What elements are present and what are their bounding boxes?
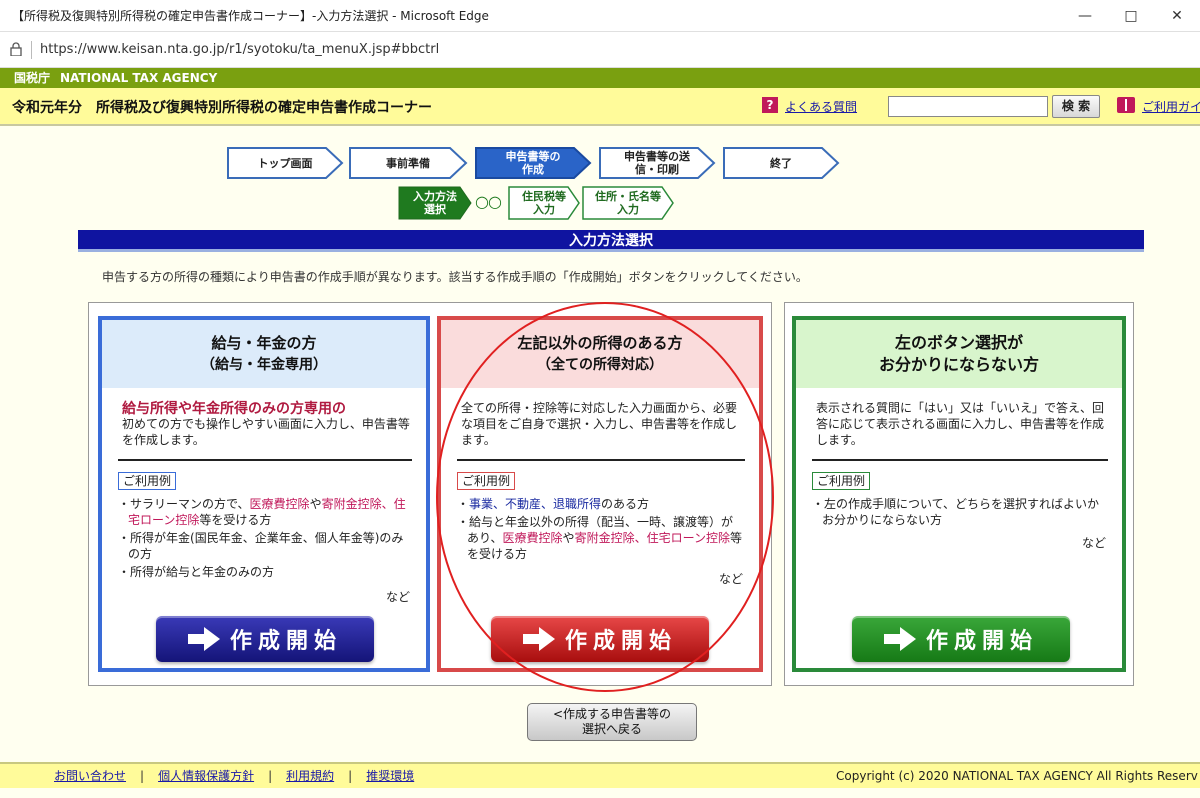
step-label: トップ画面 bbox=[257, 156, 313, 170]
book-icon[interactable] bbox=[1117, 97, 1135, 113]
start-button-other[interactable]: 作成開始 bbox=[491, 616, 709, 662]
card-subtitle: （給与・年金専用） bbox=[201, 357, 327, 373]
step-top: トップ画面 bbox=[226, 146, 344, 180]
search-input[interactable] bbox=[888, 96, 1048, 117]
card-description: 給与所得や年金所得のみの方専用の 初めての方でも操作しやすい画面に入力し、申告書… bbox=[122, 400, 412, 448]
start-button-label: 作成開始 bbox=[925, 629, 1038, 654]
step-preparation: 事前準備 bbox=[348, 146, 468, 180]
footer-link-environment[interactable]: 推奨環境 bbox=[366, 769, 414, 783]
step-label: 申告書等の作成 bbox=[505, 150, 561, 176]
substep-resident-tax: 住民税等入力 bbox=[508, 186, 580, 220]
list-item: ・所得が給与と年金のみの方 bbox=[118, 565, 275, 579]
card-subtitle: お分かりにならない方 bbox=[878, 355, 1039, 374]
search-button[interactable]: 検 索 bbox=[1052, 95, 1100, 118]
footer-link-terms[interactable]: 利用規約 bbox=[286, 769, 334, 783]
card-header: 左のボタン選択が お分かりにならない方 bbox=[796, 320, 1122, 388]
start-button-label: 作成開始 bbox=[564, 629, 677, 654]
maximize-icon[interactable]: □ bbox=[1108, 0, 1154, 32]
card-title: 左記以外の所得のある方 bbox=[517, 334, 683, 352]
card-description: 全ての所得・控除等に対応した入力画面から、必要な項目をご自身で選択・入力し、申告… bbox=[461, 400, 745, 448]
list-item: ・左の作成手順について、どちらを選択すればよいかお分かりにならない方 bbox=[812, 497, 1100, 527]
footer-link-privacy[interactable]: 個人情報保護方針 bbox=[158, 769, 254, 783]
example-list: ・事業、不動産、退職所得のある方 ・給与と年金以外の所得（配当、一時、譲渡等）が… bbox=[457, 496, 745, 564]
agency-name-en: NATIONAL TAX AGENCY bbox=[60, 71, 218, 85]
card-header: 給与・年金の方 （給与・年金専用） bbox=[102, 320, 426, 388]
example-list: ・サラリーマンの方で、医療費控除や寄附金控除、住宅ローン控除等を受ける方 ・所得… bbox=[118, 496, 412, 582]
copyright: Copyright (c) 2020 NATIONAL TAX AGENCY A… bbox=[836, 769, 1198, 783]
instructions-text: 申告する方の所得の種類により申告書の作成手順が異なります。該当する作成手順の「作… bbox=[102, 270, 808, 284]
card-other-income: 左記以外の所得のある方 （全ての所得対応） 全ての所得・控除等に対応した入力画面… bbox=[437, 316, 763, 672]
start-button-label: 作成開始 bbox=[229, 629, 342, 654]
agency-banner: 国税庁 NATIONAL TAX AGENCY bbox=[0, 68, 1200, 88]
arrow-right-icon bbox=[883, 627, 916, 651]
example-label: ご利用例 bbox=[457, 472, 516, 490]
list-item: ・サラリーマンの方で、医療費控除や寄附金控除、住宅ローン控除等を受ける方 bbox=[118, 497, 406, 527]
card-description: 表示される質問に「はい」又は「いいえ」で答え、回答に応じて表示される画面に入力し… bbox=[816, 400, 1108, 448]
faq-link[interactable]: よくある質問 bbox=[785, 98, 857, 115]
back-button[interactable]: <作成する申告書等の 選択へ戻る bbox=[527, 703, 697, 741]
window-title: 【所得税及復興特別所得税の確定申告書作成コーナー】-入力方法選択 - Micro… bbox=[12, 9, 489, 23]
etc-text: など bbox=[385, 590, 410, 604]
etc-text: など bbox=[1081, 536, 1106, 550]
card-desc-text: 初めての方でも操作しやすい画面に入力し、申告書等を作成します。 bbox=[122, 417, 410, 447]
example-list: ・左の作成手順について、どちらを選択すればよいかお分かりにならない方 bbox=[812, 496, 1108, 530]
card-subtitle: （全ての所得対応） bbox=[537, 357, 663, 373]
example-label: ご利用例 bbox=[812, 472, 871, 490]
site-title: 令和元年分 所得税及び復興特別所得税の確定申告書作成コーナー bbox=[12, 100, 432, 116]
back-button-line1: <作成する申告書等の bbox=[552, 707, 672, 721]
substep-dots: ○○ bbox=[475, 192, 502, 211]
etc-text: など bbox=[718, 572, 743, 586]
footer: お問い合わせ | 個人情報保護方針 | 利用規約 | 推奨環境 Copyright (c) … bbox=[0, 762, 1200, 788]
arrow-right-icon bbox=[187, 627, 220, 651]
list-item: ・所得が年金(国民年金、企業年金、個人年金等)のみの方 bbox=[118, 531, 404, 561]
card-desc-text: 全ての所得・控除等に対応した入力画面から、必要な項目をご自身で選択・入力し、申告… bbox=[461, 401, 738, 447]
url-text[interactable]: https://www.keisan.nta.go.jp/r1/syotoku/… bbox=[40, 41, 439, 59]
substep-label: 住民税等入力 bbox=[522, 190, 566, 216]
agency-name-jp: 国税庁 bbox=[14, 71, 51, 85]
question-icon[interactable]: ? bbox=[762, 97, 778, 113]
substep-address: 住所・氏名等入力 bbox=[582, 186, 674, 220]
card-title: 給与・年金の方 bbox=[211, 334, 317, 352]
card-header: 左記以外の所得のある方 （全ての所得対応） bbox=[441, 320, 759, 388]
step-label: 申告書等の送信・印刷 bbox=[624, 150, 690, 176]
step-label: 事前準備 bbox=[386, 156, 430, 170]
substep-label: 入力方法選択 bbox=[413, 190, 457, 216]
substep-current: 入力方法選択 bbox=[398, 186, 472, 220]
lock-icon bbox=[10, 42, 22, 56]
substep-label: 住所・氏名等入力 bbox=[595, 190, 661, 216]
footer-link-contact[interactable]: お問い合わせ bbox=[54, 769, 126, 783]
card-title: 左のボタン選択が bbox=[894, 333, 1023, 352]
start-button-salary[interactable]: 作成開始 bbox=[156, 616, 374, 662]
step-label: 終了 bbox=[770, 156, 792, 170]
close-icon[interactable]: ✕ bbox=[1154, 0, 1200, 32]
card-salary-pension: 給与・年金の方 （給与・年金専用） 給与所得や年金所得のみの方専用の 初めての方… bbox=[98, 316, 430, 672]
arrow-right-icon bbox=[522, 627, 555, 651]
step-send-print: 申告書等の送信・印刷 bbox=[598, 146, 716, 180]
list-item: ・給与と年金以外の所得（配当、一時、譲渡等）があり、医療費控除や寄附金控除、住宅… bbox=[457, 515, 742, 561]
guide-link[interactable]: ご利用ガイ bbox=[1142, 98, 1200, 115]
example-label: ご利用例 bbox=[118, 472, 177, 490]
start-button-unsure[interactable]: 作成開始 bbox=[852, 616, 1070, 662]
address-bar[interactable]: https://www.keisan.nta.go.jp/r1/syotoku/… bbox=[0, 32, 1200, 68]
section-title: 入力方法選択 bbox=[78, 230, 1144, 252]
step-finish: 終了 bbox=[722, 146, 840, 180]
window-title-bar: 【所得税及復興特別所得税の確定申告書作成コーナー】-入力方法選択 - Micro… bbox=[0, 0, 1200, 32]
card-desc-text: 表示される質問に「はい」又は「いいえ」で答え、回答に応じて表示される画面に入力し… bbox=[816, 401, 1105, 447]
card-unsure: 左のボタン選択が お分かりにならない方 表示される質問に「はい」又は「いいえ」で… bbox=[792, 316, 1126, 672]
step-create-current: 申告書等の作成 bbox=[474, 146, 592, 180]
minimize-icon[interactable]: — bbox=[1062, 0, 1108, 32]
back-button-line2: 選択へ戻る bbox=[581, 722, 642, 736]
list-item: ・事業、不動産、退職所得のある方 bbox=[457, 497, 650, 511]
